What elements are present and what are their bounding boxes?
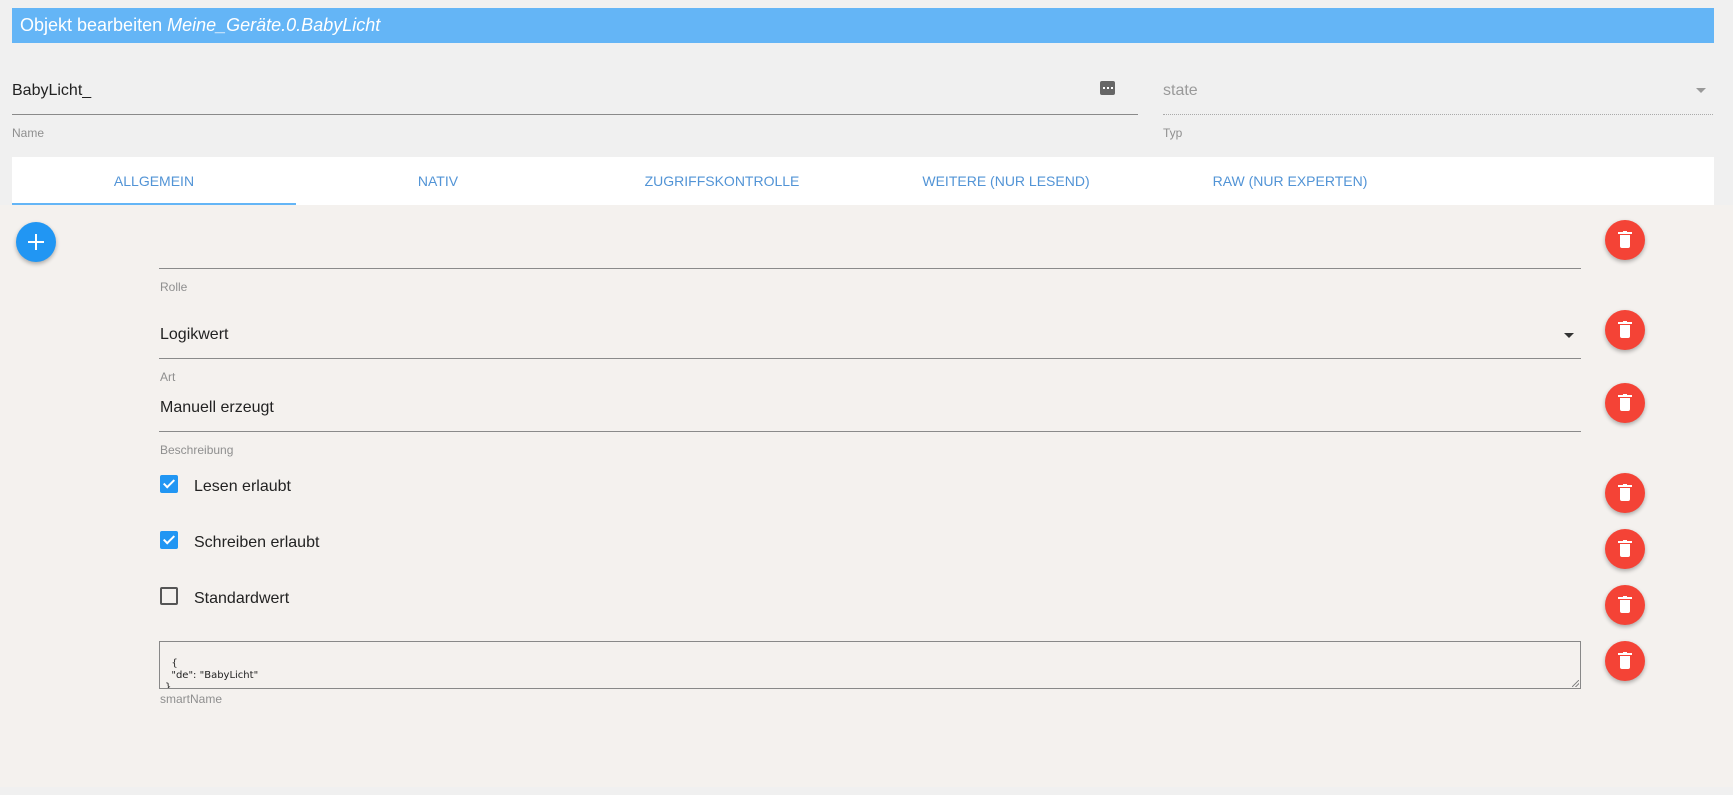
trash-icon — [1618, 596, 1632, 614]
beschreibung-input[interactable]: Manuell erzeugt — [160, 399, 274, 417]
tab-allgemein[interactable]: Allgemein — [12, 157, 296, 205]
name-label: Name — [12, 126, 45, 140]
role-label: Rolle — [160, 280, 188, 294]
type-underline — [1163, 114, 1713, 115]
tab-nativ[interactable]: Nativ — [296, 157, 580, 205]
dialog-title-bar: Objekt bearbeiten Meine_Geräte.0.BabyLic… — [12, 8, 1714, 43]
beschreibung-label: Beschreibung — [160, 443, 234, 457]
delete-beschreibung-button[interactable] — [1605, 383, 1645, 423]
type-select[interactable]: state — [1163, 82, 1198, 100]
smartname-textarea[interactable]: { "de": "BabyLicht" } — [159, 641, 1581, 689]
type-label: Typ — [1163, 126, 1183, 140]
lesen-label: Lesen erlaubt — [194, 478, 291, 495]
smartname-label: smartName — [160, 692, 223, 706]
name-input[interactable]: BabyLicht_ — [12, 82, 91, 100]
art-underline — [159, 358, 1581, 359]
object-id: Meine_Geräte.0.BabyLicht — [167, 15, 381, 35]
standardwert-checkbox[interactable] — [160, 587, 178, 605]
smartname-value: { "de": "BabyLicht" } — [165, 658, 259, 689]
more-horizontal-icon[interactable] — [1100, 81, 1115, 95]
standardwert-label: Standardwert — [194, 590, 290, 607]
tab-weitere[interactable]: Weitere (nur lesend) — [864, 157, 1148, 205]
content-panel — [0, 205, 1733, 787]
trash-icon — [1618, 540, 1632, 558]
dialog-title: Objekt bearbeiten — [20, 15, 163, 35]
beschreibung-underline — [159, 431, 1581, 432]
tab-bar: Allgemein Nativ Zugriffskontrolle Weiter… — [12, 157, 1714, 205]
trash-icon — [1618, 394, 1632, 412]
delete-standardwert-button[interactable] — [1605, 585, 1645, 625]
delete-lesen-button[interactable] — [1605, 473, 1645, 513]
schreiben-label: Schreiben erlaubt — [194, 534, 320, 551]
art-select[interactable]: Logikwert — [160, 326, 228, 344]
name-underline — [12, 114, 1138, 115]
schreiben-checkbox[interactable] — [160, 531, 178, 549]
delete-smartname-button[interactable] — [1605, 641, 1645, 681]
resize-handle-icon[interactable] — [1572, 680, 1579, 687]
tab-zugriffskontrolle[interactable]: Zugriffskontrolle — [580, 157, 864, 205]
chevron-down-icon[interactable] — [1564, 333, 1574, 338]
role-underline — [159, 268, 1581, 269]
chevron-down-icon[interactable] — [1696, 88, 1706, 93]
trash-icon — [1618, 321, 1632, 339]
trash-icon — [1618, 652, 1632, 670]
art-label: Art — [160, 370, 176, 384]
add-icon[interactable] — [16, 222, 56, 262]
delete-schreiben-button[interactable] — [1605, 529, 1645, 569]
trash-icon — [1618, 484, 1632, 502]
delete-art-button[interactable] — [1605, 310, 1645, 350]
trash-icon — [1618, 231, 1632, 249]
lesen-checkbox[interactable] — [160, 475, 178, 493]
tab-raw[interactable]: RAW (nur Experten) — [1148, 157, 1432, 205]
delete-role-button[interactable] — [1605, 220, 1645, 260]
